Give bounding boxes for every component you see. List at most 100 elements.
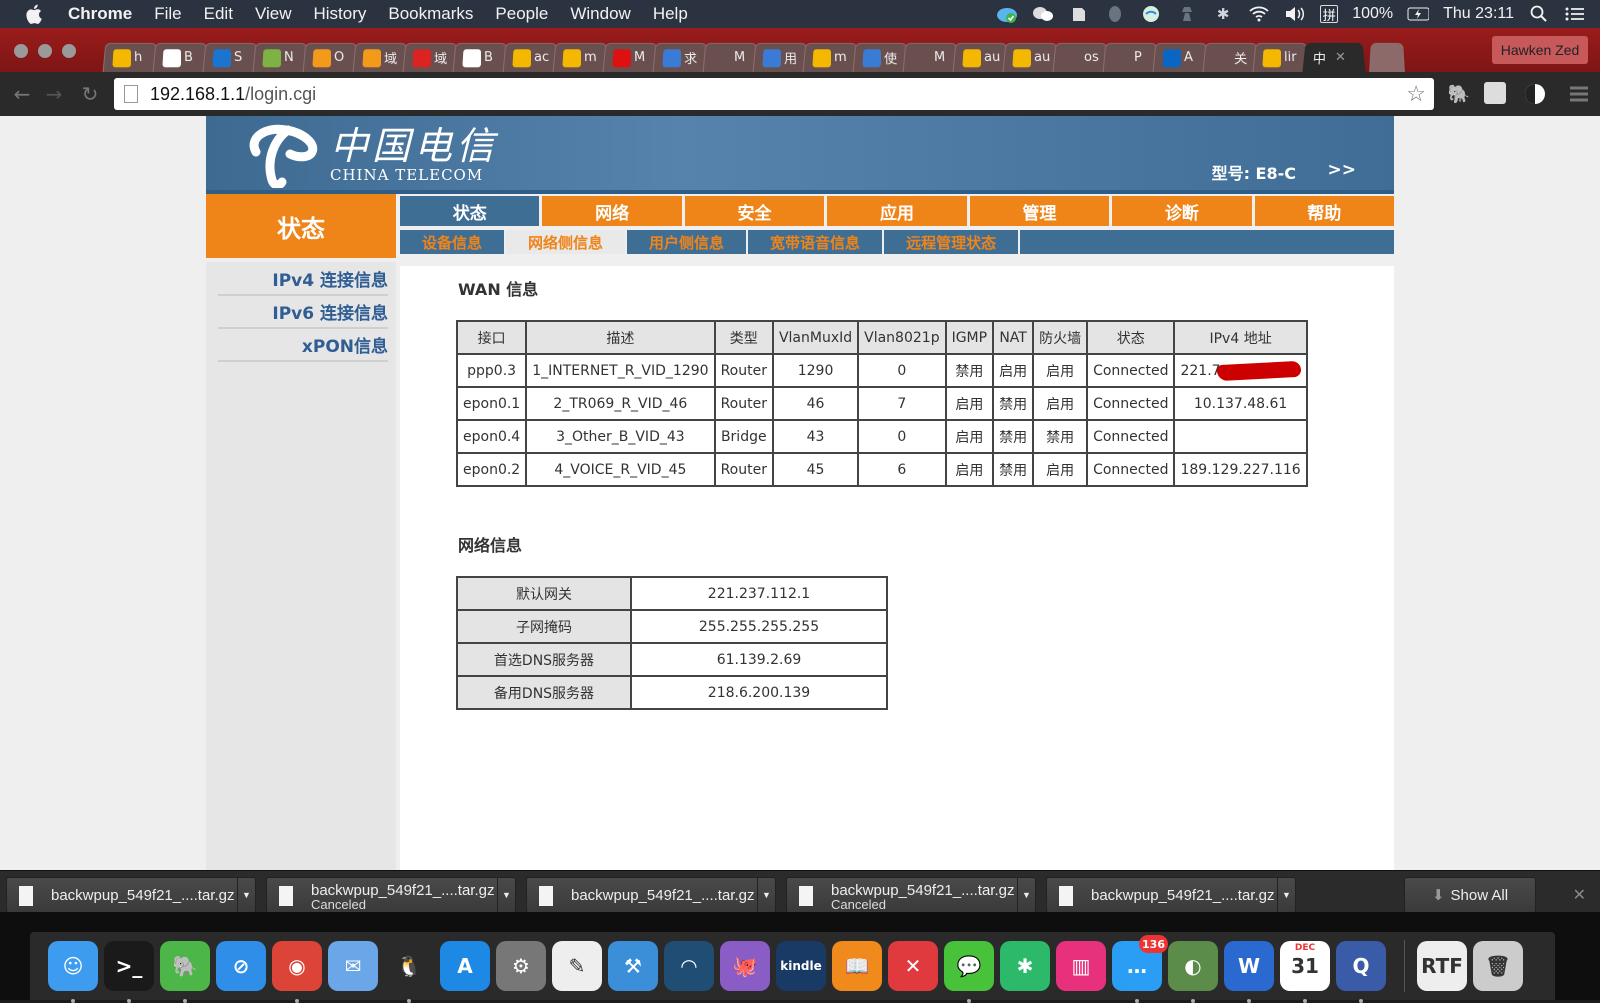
evernote-icon[interactable]: 🐘 — [160, 941, 210, 1003]
notification-center-icon[interactable] — [1564, 4, 1586, 24]
textedit-icon[interactable]: ✎ — [552, 941, 602, 991]
browser-tab[interactable]: 使 — [852, 42, 910, 73]
browser-tab[interactable]: B — [452, 42, 510, 73]
menu-file[interactable]: File — [154, 4, 181, 24]
vpn-client-icon[interactable]: ◐ — [1168, 941, 1218, 1003]
browser-tab[interactable]: B — [152, 42, 210, 73]
evernote-extension-icon[interactable]: 🐘 — [1446, 82, 1472, 106]
download-item[interactable]: backwpup_549f21_....tar.gz ▼ — [526, 877, 776, 913]
wechat-icon[interactable]: 💬 — [944, 941, 994, 1003]
browser-tab[interactable]: lir — [1252, 42, 1310, 73]
bluetooth-icon[interactable]: ✱ — [1212, 4, 1234, 24]
spotlight-search-icon[interactable] — [1528, 4, 1550, 24]
app-store-icon[interactable]: A — [440, 941, 490, 991]
github-icon[interactable]: 🐙 — [720, 941, 770, 991]
nav-network[interactable]: 网络 — [542, 196, 682, 226]
volume-icon[interactable] — [1284, 4, 1306, 24]
browser-tab[interactable]: 域 — [352, 42, 410, 73]
icloud-sync-icon[interactable] — [996, 4, 1018, 24]
menu-help[interactable]: Help — [653, 4, 688, 24]
nav-security[interactable]: 安全 — [684, 196, 825, 226]
subnav-network-side-info[interactable]: 网络侧信息 — [506, 230, 628, 254]
mail-icon[interactable]: ✉ — [328, 941, 378, 991]
close-shelf-icon[interactable]: ✕ — [1573, 885, 1586, 904]
browser-tab[interactable]: P — [1102, 42, 1160, 73]
profile-button[interactable]: Hawken Zed — [1492, 36, 1588, 64]
word-icon[interactable]: W — [1224, 941, 1274, 1003]
chrome-icon[interactable]: ◉ — [272, 941, 322, 1003]
input-method-icon[interactable]: 拼 — [1320, 5, 1339, 23]
download-item[interactable]: backwpup_549f21_....tar.gz ▼ — [6, 877, 256, 913]
chrome-menu-icon[interactable] — [1566, 82, 1592, 106]
safari-icon[interactable]: ⊘ — [216, 941, 266, 991]
download-item[interactable]: backwpup_549f21_....tar.gz Canceled ▼ — [266, 877, 516, 913]
sidebar-item-ipv4[interactable]: IPv4 连接信息 — [218, 266, 388, 296]
browser-tab[interactable]: ac — [502, 42, 560, 73]
ibooks-icon[interactable]: 📖 — [832, 941, 882, 991]
download-menu-chevron-icon[interactable]: ▼ — [237, 878, 255, 912]
window-zoom-button[interactable] — [62, 44, 76, 58]
nav-help[interactable]: 帮助 — [1254, 196, 1394, 226]
address-bar[interactable]: 192.168.1.1/login.cgi ☆ — [114, 78, 1434, 110]
browser-tab[interactable]: 域 — [402, 42, 460, 73]
evernote-icon[interactable] — [1068, 4, 1090, 24]
trash-icon[interactable]: 🗑 — [1473, 941, 1523, 991]
clock[interactable]: Thu 23:11 — [1443, 5, 1514, 23]
back-arrow-icon[interactable]: ← — [10, 82, 34, 106]
browser-tab[interactable]: S — [202, 42, 260, 73]
browser-tab[interactable]: m — [552, 42, 610, 73]
reload-icon[interactable]: ↻ — [78, 82, 102, 106]
menu-edit[interactable]: Edit — [204, 4, 233, 24]
nav-status[interactable]: 状态 — [400, 196, 540, 226]
menu-bookmarks[interactable]: Bookmarks — [388, 4, 473, 24]
battery-charging-icon[interactable] — [1407, 4, 1430, 24]
download-menu-chevron-icon[interactable]: ▼ — [757, 878, 775, 912]
nav-diagnostics[interactable]: 诊断 — [1112, 196, 1252, 226]
new-tab-button[interactable] — [1369, 42, 1405, 73]
terminal-icon[interactable]: >_ — [104, 941, 154, 1003]
browser-tab[interactable]: m — [802, 42, 860, 73]
browser-tab[interactable]: O — [302, 42, 360, 73]
sidebar-item-xpon[interactable]: xPON信息 — [218, 332, 388, 362]
apple-menu-icon[interactable] — [24, 3, 46, 25]
menu-people[interactable]: People — [495, 4, 548, 24]
mindnode-icon[interactable]: ✱ — [1000, 941, 1050, 991]
subnav-voice-info[interactable]: 宽带语音信息 — [748, 230, 885, 254]
browser-tab[interactable]: 用 — [752, 42, 810, 73]
xcode-icon[interactable]: ⚒ — [608, 941, 658, 991]
xmind-icon[interactable]: ✕ — [888, 941, 938, 991]
download-menu-chevron-icon[interactable]: ▼ — [497, 878, 515, 912]
browser-tab[interactable]: 关 — [1202, 42, 1260, 73]
menu-view[interactable]: View — [255, 4, 292, 24]
download-item[interactable]: backwpup_549f21_....tar.gz ▼ — [1046, 877, 1296, 913]
browser-tab[interactable]: os — [1052, 42, 1110, 73]
quicktime-icon[interactable]: Q — [1336, 941, 1386, 1003]
browser-tab-active[interactable]: 中 ✕ — [1302, 42, 1366, 73]
browser-tab[interactable]: M — [702, 42, 760, 73]
forward-arrow-icon[interactable]: → — [42, 82, 66, 106]
browser-tab[interactable]: M — [602, 42, 660, 73]
download-menu-chevron-icon[interactable]: ▼ — [1017, 878, 1035, 912]
show-all-downloads-button[interactable]: ⬇ Show All — [1404, 877, 1536, 913]
system-preferences-icon[interactable]: ⚙ — [496, 941, 546, 991]
sidebar-item-ipv6[interactable]: IPv6 连接信息 — [218, 299, 388, 329]
subnav-user-side-info[interactable]: 用户侧信息 — [627, 230, 749, 254]
screen-sharing-icon[interactable]: ◠ — [664, 941, 714, 991]
nav-application[interactable]: 应用 — [827, 196, 967, 226]
window-close-button[interactable] — [14, 44, 28, 58]
lock-extension-icon[interactable] — [1484, 82, 1506, 104]
close-tab-icon[interactable]: ✕ — [1335, 50, 1346, 65]
more-link[interactable]: >> — [1328, 160, 1357, 180]
browser-tab[interactable]: 求 — [652, 42, 710, 73]
download-item[interactable]: backwpup_549f21_....tar.gz Canceled ▼ — [786, 877, 1036, 913]
qq-icon[interactable] — [1104, 4, 1126, 24]
mosaic-icon[interactable]: ▥ — [1056, 941, 1106, 991]
wechat-icon[interactable] — [1032, 4, 1054, 24]
menu-app-name[interactable]: Chrome — [68, 4, 132, 24]
bookmark-star-icon[interactable]: ☆ — [1406, 81, 1426, 107]
spy-icon[interactable] — [1176, 4, 1198, 24]
wifi-icon[interactable] — [1248, 4, 1270, 24]
browser-tab[interactable]: au — [952, 42, 1010, 73]
rtf-document-icon[interactable]: RTF — [1417, 941, 1467, 991]
qq-icon[interactable]: 🐧 — [384, 941, 434, 1003]
